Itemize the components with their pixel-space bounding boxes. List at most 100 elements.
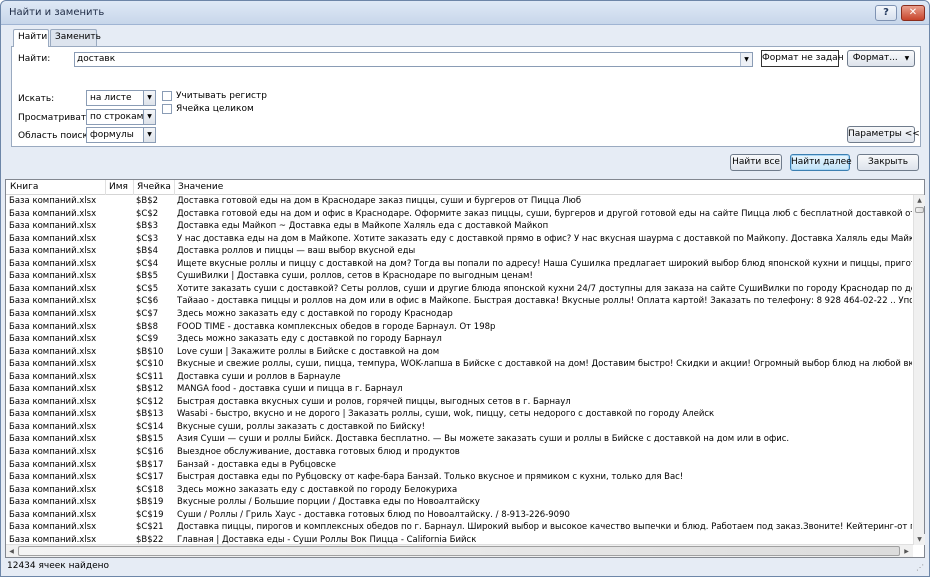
title-bar[interactable]: Найти и заменить ? ✕ xyxy=(1,1,929,25)
close-window-button[interactable]: ✕ xyxy=(901,5,925,21)
row-book: База компаний.xlsx xyxy=(9,334,97,345)
row-cell: $C$14 xyxy=(136,421,164,432)
result-row[interactable]: База компаний.xlsx $C$2 Доставка готовой е… xyxy=(6,208,912,221)
tab-replace[interactable]: Заменить xyxy=(50,29,101,46)
row-book: База компаний.xlsx xyxy=(9,484,97,495)
tab-find[interactable]: Найти xyxy=(13,29,49,47)
result-row[interactable]: База компаний.xlsx $C$9 Здесь можно заказа… xyxy=(6,333,912,346)
search-value: по строкам xyxy=(90,112,144,122)
row-book: База компаний.xlsx xyxy=(9,371,97,382)
row-book: База компаний.xlsx xyxy=(9,233,97,244)
format-button[interactable]: Формат... ▼ xyxy=(847,50,915,67)
result-row[interactable]: База компаний.xlsx $C$19 Суши / Роллы / Гр… xyxy=(6,509,912,522)
result-row[interactable]: База компаний.xlsx $C$21 Доставка пиццы, п… xyxy=(6,521,912,534)
help-button[interactable]: ? xyxy=(875,5,897,21)
row-cell: $C$21 xyxy=(136,522,164,533)
scroll-up-icon[interactable]: ▲ xyxy=(914,195,925,206)
result-row[interactable]: База компаний.xlsx $B$10 Love суши | Закаж… xyxy=(6,346,912,359)
parameters-button[interactable]: Параметры << xyxy=(847,126,920,143)
row-cell: $C$4 xyxy=(136,258,159,269)
row-cell: $B$19 xyxy=(136,497,164,508)
row-cell: $C$2 xyxy=(136,208,159,219)
row-cell: $C$16 xyxy=(136,447,164,457)
scroll-down-icon[interactable]: ▼ xyxy=(914,534,925,545)
match-case-checkbox[interactable] xyxy=(162,91,172,101)
column-header-name[interactable]: Имя xyxy=(109,182,128,192)
find-input[interactable]: доставк ▼ xyxy=(74,52,753,67)
row-value: Здесь можно заказать еду с доставкой по … xyxy=(177,334,442,345)
chevron-down-icon[interactable]: ▼ xyxy=(740,53,752,66)
lookin-select[interactable]: формулы ▼ xyxy=(86,127,156,143)
result-row[interactable]: База компаний.xlsx $C$17 Быстрая доставка … xyxy=(6,471,912,484)
result-row[interactable]: База компаний.xlsx $B$4 Доставка роллов и … xyxy=(6,245,912,258)
result-row[interactable]: База компаний.xlsx $C$16 Выездное обслужив… xyxy=(6,446,912,459)
results-list[interactable]: Книга Имя Ячейка Значение База компаний.… xyxy=(5,179,925,558)
result-row[interactable]: База компаний.xlsx $C$18 Здесь можно заказ… xyxy=(6,484,912,497)
row-value: Доставка пиццы, пирогов и комплексных об… xyxy=(177,522,912,533)
column-header-value[interactable]: Значение xyxy=(178,182,223,192)
find-all-button[interactable]: Найти все xyxy=(730,154,782,171)
chevron-down-icon[interactable]: ▼ xyxy=(143,128,155,142)
row-value: Доставка готовой еды на дом и офис в Кра… xyxy=(177,208,912,219)
row-book: База компаний.xlsx xyxy=(9,509,97,520)
vertical-scrollbar[interactable]: ▲ ▼ xyxy=(913,195,925,545)
row-value: Love суши | Закажите роллы в Бийске с до… xyxy=(177,346,440,357)
row-book: База компаний.xlsx xyxy=(9,447,97,457)
column-header-cell[interactable]: Ячейка xyxy=(137,182,171,192)
result-row[interactable]: База компаний.xlsx $B$15 Азия Суши — суши … xyxy=(6,433,912,446)
search-select[interactable]: по строкам ▼ xyxy=(86,109,156,125)
format-button-label: Формат... xyxy=(852,53,898,63)
row-value: Быстрая доставка вкусных суши и ролов, г… xyxy=(177,396,571,407)
row-value: СушиВилки | Доставка суши, роллов, сетов… xyxy=(177,271,533,282)
result-row[interactable]: База компаний.xlsx $C$11 Доставка суши и р… xyxy=(6,371,912,384)
row-book: База компаний.xlsx xyxy=(9,396,97,407)
result-row[interactable]: База компаний.xlsx $B$2 Доставка готовой е… xyxy=(6,195,912,208)
find-replace-dialog: Найти и заменить ? ✕ Найти Заменить Найт… xyxy=(0,0,930,577)
row-value: Вкусные и свежие роллы, суши, пицца, тем… xyxy=(177,359,912,370)
result-row[interactable]: База компаний.xlsx $C$4 Ищете вкусные ролл… xyxy=(6,258,912,271)
row-value: Вкусные суши, роллы заказать с доставкой… xyxy=(177,421,426,432)
row-cell: $C$10 xyxy=(136,359,164,370)
result-row[interactable]: База компаний.xlsx $C$5 Хотите заказать су… xyxy=(6,283,912,296)
match-case-label: Учитывать регистр xyxy=(176,91,267,101)
result-row[interactable]: База компаний.xlsx $B$13 Wasabi - быстро, … xyxy=(6,408,912,421)
result-row[interactable]: База компаний.xlsx $B$3 Доставка еды Майко… xyxy=(6,220,912,233)
vertical-scroll-thumb[interactable] xyxy=(915,207,924,213)
scroll-left-icon[interactable]: ◀ xyxy=(6,546,17,557)
row-cell: $C$7 xyxy=(136,308,159,319)
row-value: FOOD TIME - доставка комплексных обедов … xyxy=(177,321,496,332)
search-label: Просматривать: xyxy=(18,113,95,123)
lookin-value: формулы xyxy=(90,130,134,140)
horizontal-scrollbar[interactable]: ◀ ▶ xyxy=(6,544,913,557)
result-row[interactable]: База компаний.xlsx $C$6 Тайаао - доставка … xyxy=(6,295,912,308)
result-row[interactable]: База компаний.xlsx $B$5 СушиВилки | Достав… xyxy=(6,270,912,283)
row-book: База компаний.xlsx xyxy=(9,258,97,269)
close-button[interactable]: Закрыть xyxy=(857,154,919,171)
horizontal-scroll-thumb[interactable] xyxy=(18,546,900,556)
result-row[interactable]: База компаний.xlsx $C$14 Вкусные суши, рол… xyxy=(6,421,912,434)
row-book: База компаний.xlsx xyxy=(9,459,97,470)
match-cell-checkbox[interactable] xyxy=(162,104,172,114)
result-row[interactable]: База компаний.xlsx $C$10 Вкусные и свежие … xyxy=(6,358,912,371)
row-value: Ищете вкусные роллы и пиццу с доставкой … xyxy=(177,258,912,269)
column-header-book[interactable]: Книга xyxy=(10,182,38,192)
row-value: Тайаао - доставка пиццы и роллов на дом … xyxy=(177,296,912,307)
chevron-down-icon[interactable]: ▼ xyxy=(143,91,155,105)
row-value: Банзай - доставка еды в Рубцовске xyxy=(177,459,336,470)
result-row[interactable]: База компаний.xlsx $C$3 У нас доставка еды… xyxy=(6,233,912,246)
result-row[interactable]: База компаний.xlsx $B$8 FOOD TIME - достав… xyxy=(6,321,912,334)
scroll-right-icon[interactable]: ▶ xyxy=(901,546,912,557)
resize-grip-icon[interactable]: ⋰ xyxy=(916,563,926,573)
result-row[interactable]: База компаний.xlsx $C$7 Здесь можно заказа… xyxy=(6,308,912,321)
row-cell: $B$5 xyxy=(136,271,159,282)
result-row[interactable]: База компаний.xlsx $B$17 Банзай - доставка… xyxy=(6,459,912,472)
find-next-button[interactable]: Найти далее xyxy=(790,154,852,171)
chevron-down-icon: ▼ xyxy=(904,55,910,62)
row-book: База компаний.xlsx xyxy=(9,522,97,533)
within-select[interactable]: на листе ▼ xyxy=(86,90,156,106)
result-row[interactable]: База компаний.xlsx $B$12 MANGA food - дост… xyxy=(6,383,912,396)
chevron-down-icon[interactable]: ▼ xyxy=(143,110,155,124)
result-row[interactable]: База компаний.xlsx $B$19 Вкусные роллы / Б… xyxy=(6,496,912,509)
row-book: База компаний.xlsx xyxy=(9,221,97,232)
result-row[interactable]: База компаний.xlsx $C$12 Быстрая доставка … xyxy=(6,396,912,409)
